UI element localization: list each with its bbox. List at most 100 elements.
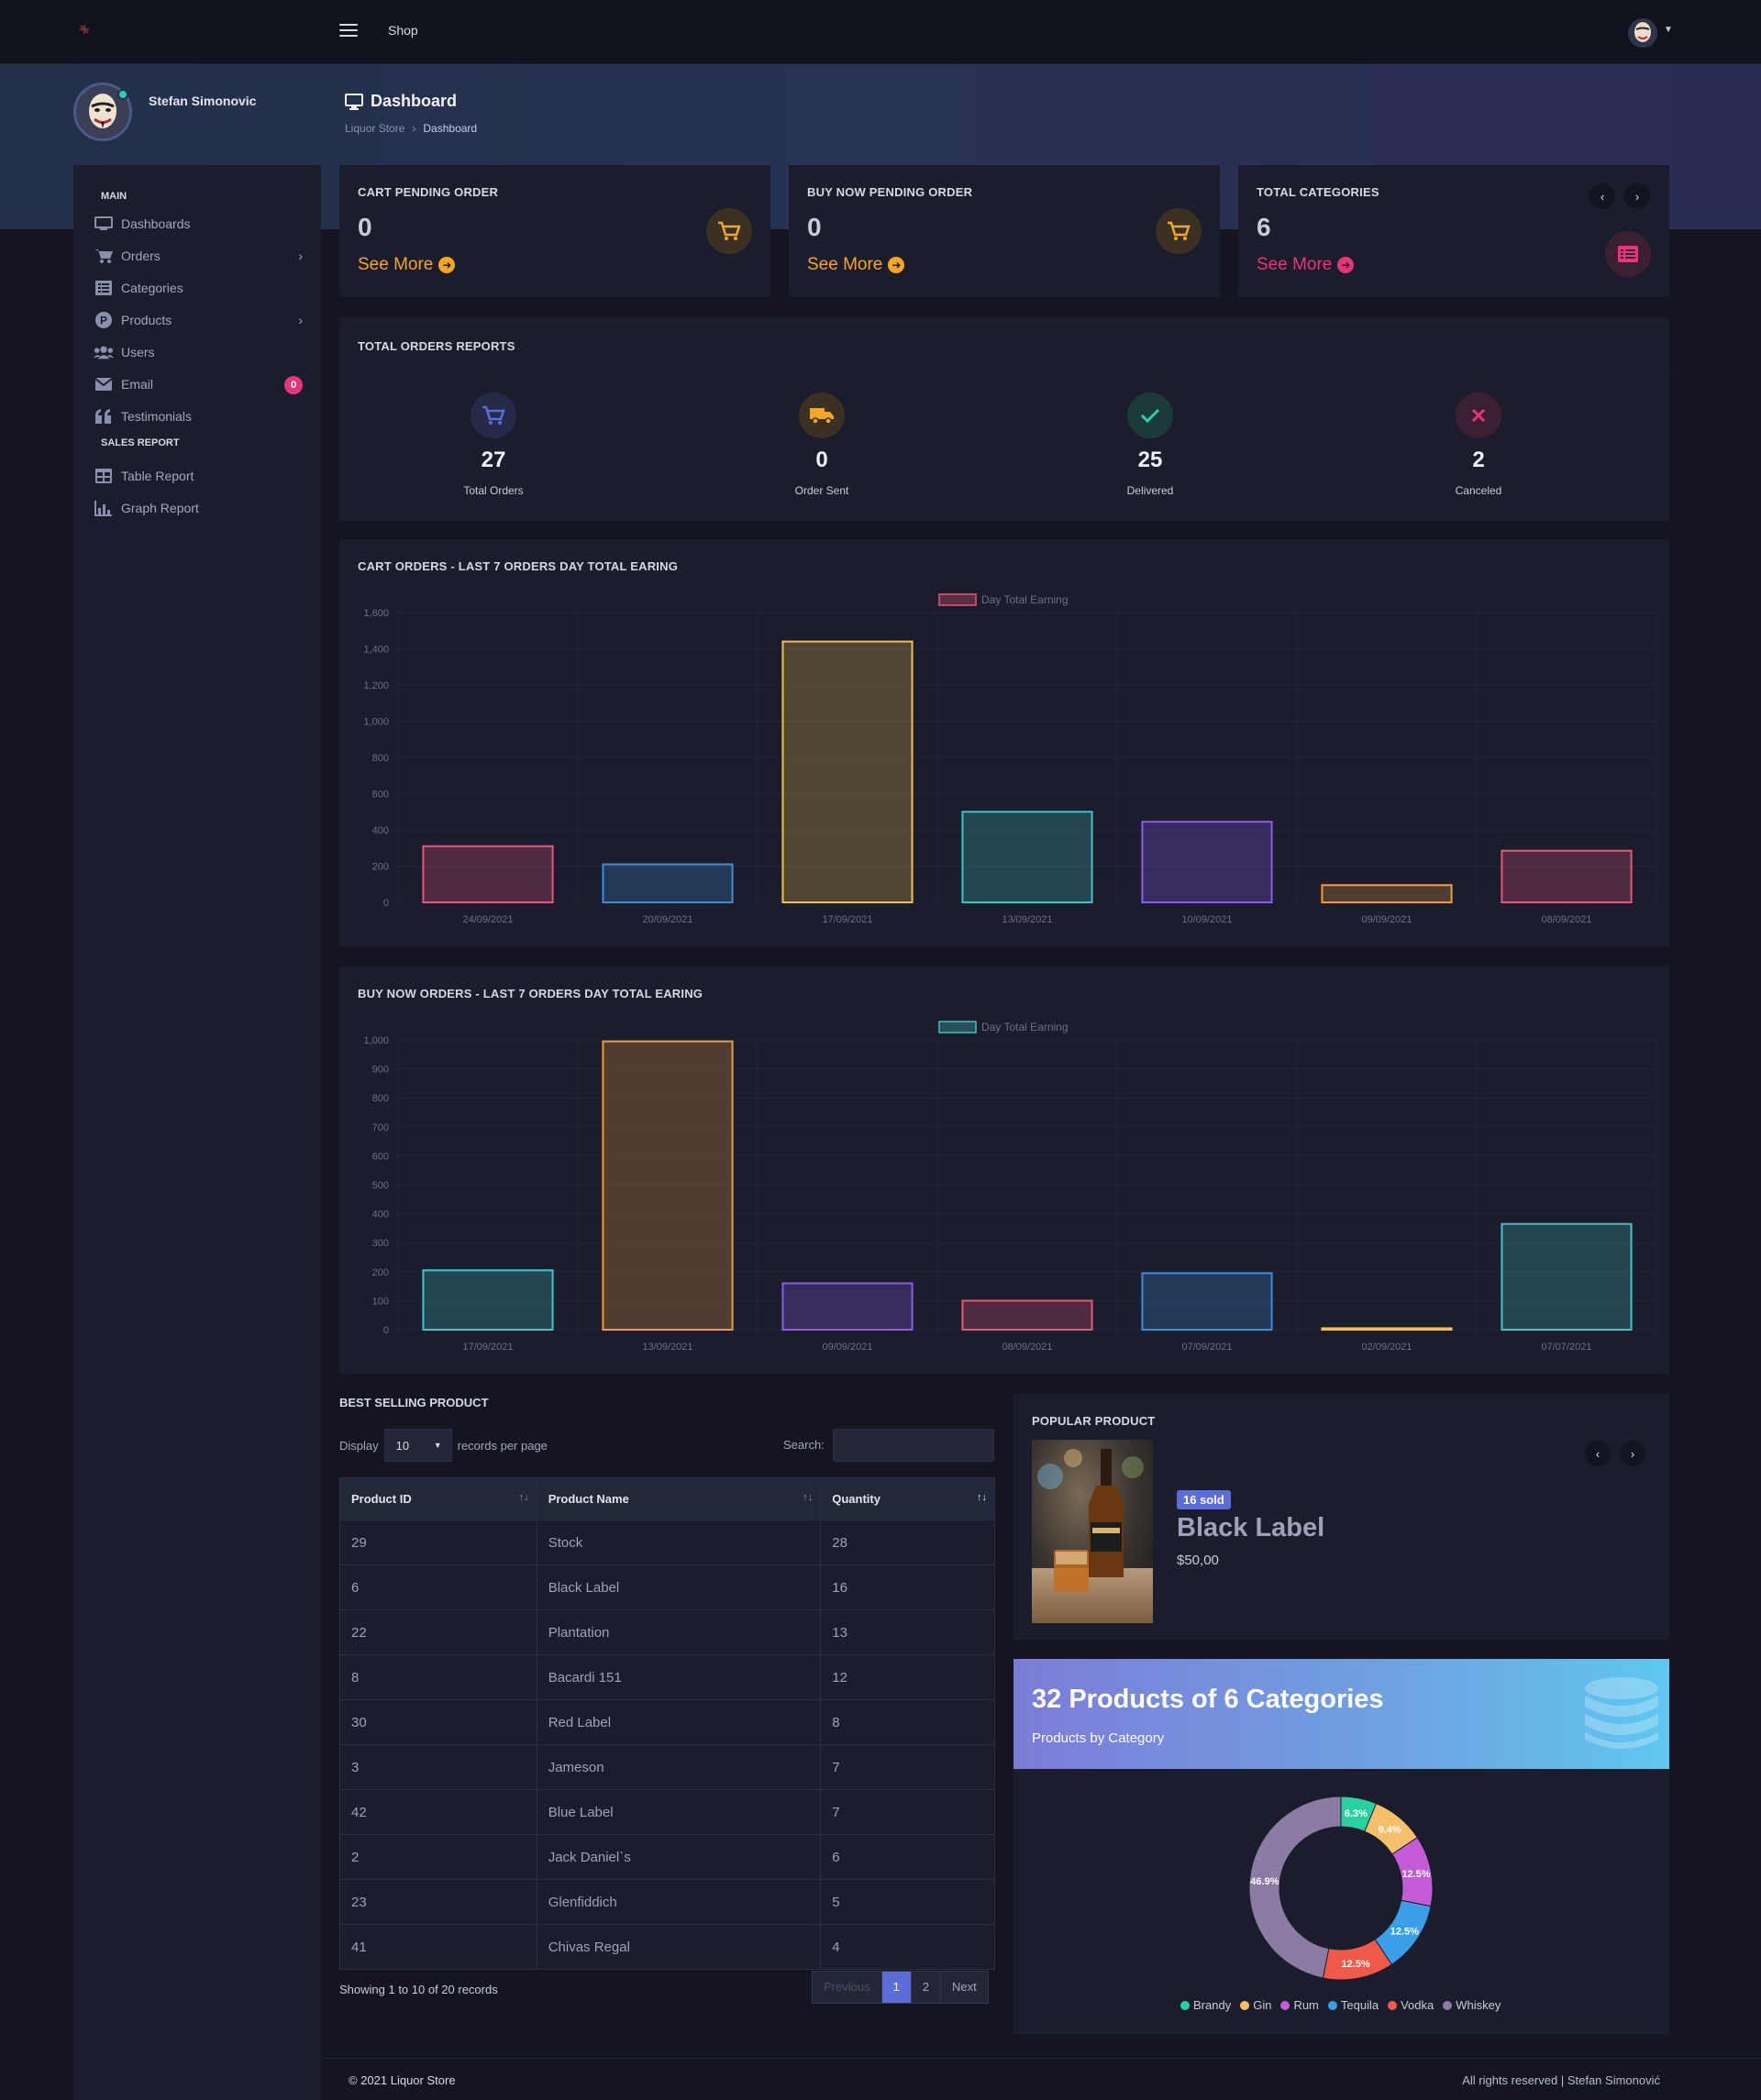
donut-slice[interactable]: [1248, 1796, 1342, 1979]
report-value: 2: [1472, 448, 1485, 472]
sidebar-item-products[interactable]: P Products ›: [73, 304, 321, 336]
bar[interactable]: [781, 640, 914, 903]
chart-legend[interactable]: Day Total Earning: [938, 1021, 1069, 1033]
column-header-product-id[interactable]: Product ID ↑↓: [339, 1477, 537, 1520]
chevron-down-icon[interactable]: ▼: [1664, 25, 1673, 35]
bar[interactable]: [781, 1282, 914, 1332]
product-name[interactable]: Black Label: [1177, 1513, 1324, 1543]
table-row[interactable]: 42 Blue Label 7: [339, 1789, 995, 1835]
records-per-page-select[interactable]: 10 ▼: [383, 1429, 452, 1462]
table-row[interactable]: 41 Chivas Regal 4: [339, 1924, 995, 1970]
table-row[interactable]: 2 Jack Daniel`s 6: [339, 1834, 995, 1880]
sort-icon: ↑↓: [803, 1492, 814, 1503]
cell-product-name: Black Label: [536, 1564, 822, 1610]
pagination-previous[interactable]: Previous: [813, 1972, 882, 2003]
see-more-link[interactable]: See More ➜: [358, 255, 456, 275]
report-value: 0: [815, 448, 828, 472]
orders-report-header: TOTAL ORDERS REPORTS: [339, 317, 1669, 372]
user-avatar[interactable]: [1628, 18, 1657, 48]
bar[interactable]: [961, 811, 1093, 903]
sidebar-item-table-report[interactable]: Table Report: [73, 459, 321, 492]
report-label: Canceled: [1455, 484, 1502, 497]
legend-item[interactable]: Whiskey: [1443, 1998, 1501, 2012]
carousel-next-button[interactable]: ›: [1624, 183, 1650, 209]
sidebar-item-testimonials[interactable]: Testimonials: [73, 400, 321, 432]
sidebar-item-label: Table Report: [121, 468, 194, 483]
pagination-next[interactable]: Next: [941, 1972, 988, 2003]
legend-item[interactable]: Tequila: [1327, 1998, 1379, 2012]
sort-icon: ↑↓: [518, 1492, 529, 1503]
legend-swatch: [938, 593, 977, 606]
bar[interactable]: [1501, 1222, 1633, 1331]
sidebar-item-graph-report[interactable]: Graph Report: [73, 492, 321, 524]
shop-link[interactable]: Shop: [388, 23, 418, 38]
x-tick-label: 09/09/2021: [822, 1342, 872, 1353]
bar[interactable]: [961, 1299, 1093, 1331]
cell-product-id: 6: [339, 1564, 537, 1610]
sidebar-item-orders[interactable]: Orders ›: [73, 239, 321, 271]
breadcrumb-item-home[interactable]: Liquor Store: [345, 122, 404, 135]
bar[interactable]: [1321, 1327, 1453, 1332]
column-header-quantity[interactable]: Quantity ↑↓: [820, 1477, 995, 1520]
bar[interactable]: [422, 1269, 554, 1331]
legend-item[interactable]: Gin: [1240, 1998, 1271, 2012]
table-row[interactable]: 8 Bacardi 151 12: [339, 1654, 995, 1700]
bar[interactable]: [602, 1040, 734, 1332]
orders-report-title: TOTAL ORDERS REPORTS: [358, 339, 515, 353]
x-tick-label: 10/09/2021: [1181, 914, 1232, 925]
bar[interactable]: [602, 863, 734, 903]
cart-icon: [706, 208, 752, 254]
arrow-circle-right-icon: ➜: [438, 257, 456, 273]
sidebar-item-categories[interactable]: Categories: [73, 271, 321, 304]
y-tick-label: 300: [372, 1238, 389, 1249]
y-tick-label: 200: [372, 862, 389, 873]
column-header-product-name[interactable]: Product Name ↑↓: [536, 1477, 822, 1520]
table-row[interactable]: 3 Jameson 7: [339, 1744, 995, 1790]
bar[interactable]: [422, 845, 554, 903]
list-icon: [1605, 231, 1651, 277]
see-more-link[interactable]: See More ➜: [807, 255, 905, 275]
carousel-prev-button[interactable]: ‹: [1589, 183, 1615, 209]
bar[interactable]: [1141, 1272, 1273, 1332]
table-row[interactable]: 30 Red Label 8: [339, 1699, 995, 1745]
sidebar-item-dashboards[interactable]: Dashboards: [73, 207, 321, 239]
categories-banner-subtitle: Products by Category: [1032, 1730, 1165, 1746]
table-icon: [94, 468, 114, 484]
see-more-link[interactable]: See More ➜: [1257, 255, 1355, 275]
search-control: Search:: [783, 1438, 825, 1452]
truck-icon: [799, 392, 845, 438]
y-tick-label: 1,600: [363, 608, 389, 619]
stat-card-value: 0: [807, 213, 822, 241]
x-tick-label: 20/09/2021: [642, 914, 692, 925]
bar[interactable]: [1141, 821, 1273, 903]
chart-legend[interactable]: Day Total Earning: [938, 593, 1069, 606]
table-row[interactable]: 23 Glenfiddich 5: [339, 1879, 995, 1925]
table-row[interactable]: 29 Stock 28: [339, 1520, 995, 1565]
search-input[interactable]: [833, 1429, 994, 1462]
logo-icon[interactable]: [77, 22, 92, 37]
bar[interactable]: [1321, 884, 1453, 903]
table-row[interactable]: 6 Black Label 16: [339, 1564, 995, 1610]
legend-item[interactable]: Rum: [1280, 1998, 1319, 2012]
stat-card-cart-pending: CART PENDING ORDER 0 See More ➜: [339, 165, 770, 297]
carousel-prev-button[interactable]: ‹: [1585, 1441, 1611, 1466]
sidebar-item-label: Products: [121, 312, 172, 327]
cell-product-name: Glenfiddich: [536, 1879, 822, 1925]
carousel-next-button[interactable]: ›: [1620, 1441, 1645, 1466]
monitor-icon: [345, 93, 363, 110]
hamburger-menu-icon[interactable]: [339, 24, 358, 39]
product-image[interactable]: [1032, 1440, 1153, 1623]
pagination-page-2[interactable]: 2: [911, 1972, 942, 2003]
pagination-page-1[interactable]: 1: [881, 1972, 912, 2003]
legend-label: Day Total Earning: [981, 1021, 1069, 1033]
bar-chart-icon: [94, 500, 114, 516]
sidebar-item-email[interactable]: Email 0: [73, 368, 321, 400]
sidebar-item-users[interactable]: Users: [73, 336, 321, 368]
legend-item[interactable]: Brandy: [1180, 1998, 1231, 2012]
table-row[interactable]: 22 Plantation 13: [339, 1609, 995, 1655]
slice-label: 6.3%: [1345, 1808, 1368, 1819]
stat-card-buy-now-pending: BUY NOW PENDING ORDER 0 See More ➜: [789, 165, 1220, 297]
legend-label: Rum: [1293, 1998, 1319, 2012]
legend-item[interactable]: Vodka: [1388, 1998, 1434, 2012]
bar[interactable]: [1501, 849, 1633, 903]
